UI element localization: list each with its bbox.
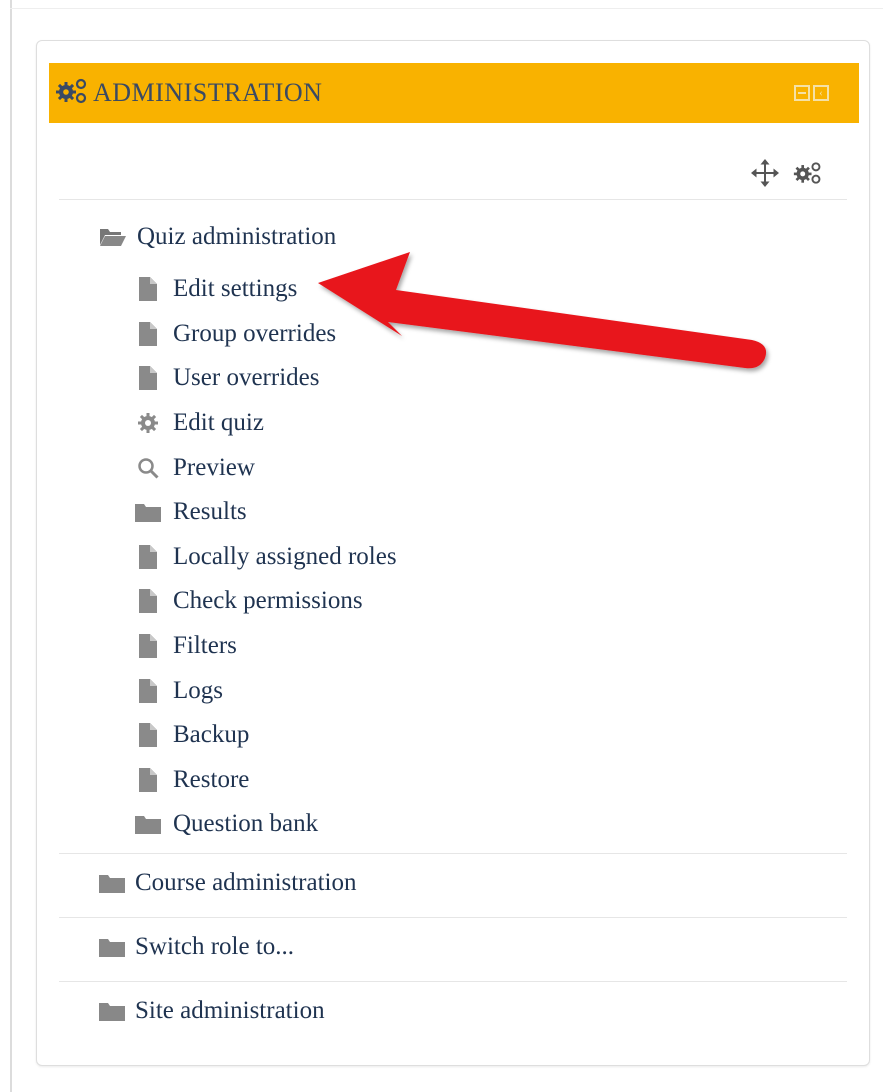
folder-icon [99,870,125,896]
tree-item-locally-assigned-roles[interactable]: Locally assigned roles [135,535,397,580]
folder-icon [135,499,161,525]
divider [59,917,847,918]
tree-item-label: Check permissions [173,587,363,615]
folder-open-icon [99,226,127,248]
tree-item-label: Backup [173,721,250,749]
folder-icon [99,998,125,1024]
page-top-edge [10,8,883,9]
tree-item-label: Switch role to... [135,933,295,960]
tree-item-switch-role[interactable]: Switch role to... [99,933,294,961]
block-header: ADMINISTRATION ‹ [49,63,859,123]
administration-block: ADMINISTRATION ‹ Quiz administration Edi… [36,40,870,1066]
tree-item-edit-settings[interactable]: Edit settings [135,267,397,312]
tree-item-label: Edit quiz [173,409,264,437]
tree-item-course-administration[interactable]: Course administration [99,869,357,897]
tree-item-label: Logs [173,676,223,704]
tree-item-label: User overrides [173,364,320,392]
file-icon [135,276,161,302]
tree-item-check-permissions[interactable]: Check permissions [135,579,397,624]
collapse-icon[interactable] [794,85,810,101]
tree-item-label: Preview [173,453,255,481]
tree-item-filters[interactable]: Filters [135,624,397,669]
tree-item-logs[interactable]: Logs [135,668,397,713]
divider [59,199,847,200]
tree-item-restore[interactable]: Restore [135,758,397,803]
cogs-icon[interactable] [793,160,823,191]
quiz-admin-items: Edit settings Group overrides User overr… [135,267,397,847]
tree-item-edit-quiz[interactable]: Edit quiz [135,401,397,446]
tree-item-label: Results [173,498,247,526]
tree-item-backup[interactable]: Backup [135,713,397,758]
block-tools [751,159,823,192]
block-title: ADMINISTRATION [93,78,323,107]
tree-item-site-administration[interactable]: Site administration [99,997,325,1025]
file-icon [135,678,161,704]
folder-icon [99,934,125,960]
file-icon [135,365,161,391]
tree-item-label: Restore [173,765,250,793]
tree-item-label: Quiz administration [137,223,337,250]
folder-icon [135,811,161,837]
cogs-icon [55,77,89,110]
tree-item-quiz-administration[interactable]: Quiz administration [99,223,336,251]
file-icon [135,633,161,659]
tree-item-label: Edit settings [173,275,298,303]
gear-icon [135,410,161,436]
move-icon[interactable] [751,159,779,192]
tree-item-label: Course administration [135,869,357,896]
search-icon [135,455,161,481]
file-icon [135,321,161,347]
file-icon [135,588,161,614]
file-icon [135,544,161,570]
tree-item-label: Filters [173,632,237,660]
tree-item-group-overrides[interactable]: Group overrides [135,312,397,357]
tree-item-question-bank[interactable]: Question bank [135,802,397,847]
divider [59,981,847,982]
tree-item-label: Locally assigned roles [173,542,397,570]
tree-item-label: Group overrides [173,319,337,347]
divider [59,853,847,854]
tree-item-results[interactable]: Results [135,490,397,535]
tree-item-label: Question bank [173,810,319,838]
dock-icon[interactable]: ‹ [813,85,829,101]
tree-item-label: Site administration [135,997,325,1024]
page-edge [10,0,12,1092]
file-icon [135,722,161,748]
file-icon [135,767,161,793]
tree-item-user-overrides[interactable]: User overrides [135,356,397,401]
tree-item-preview[interactable]: Preview [135,445,397,490]
